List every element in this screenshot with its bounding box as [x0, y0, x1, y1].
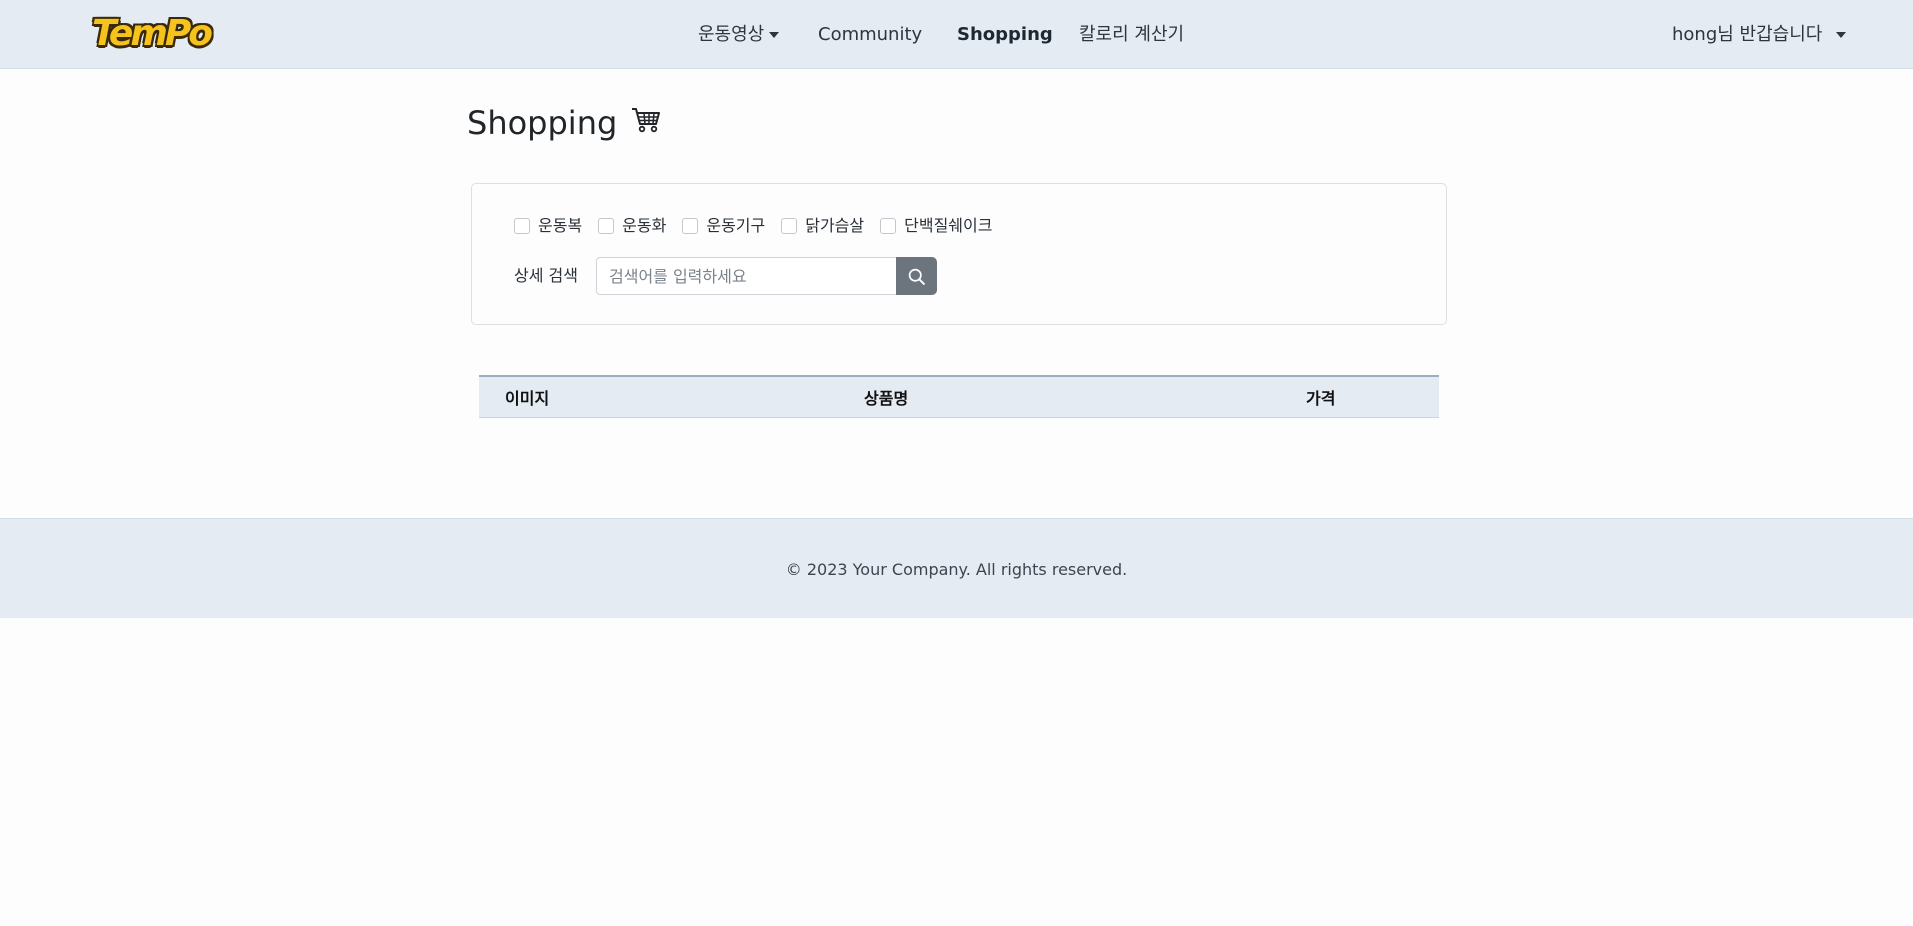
user-menu-dropdown[interactable]: hong님 반갑습니다 [1672, 22, 1847, 48]
category-checkbox-group: 운동복 운동화 운동기구 닭가슴살 단백질쉐이크 [514, 214, 1008, 238]
column-header-image: 이미지 [505, 388, 550, 408]
checkbox-label: 운동기구 [706, 216, 766, 235]
checkbox[interactable] [880, 218, 897, 234]
checkbox-label: 운동복 [538, 216, 583, 235]
search-input[interactable] [596, 257, 897, 295]
checkbox[interactable] [781, 218, 798, 234]
table-header-row: 이미지 상품명 가격 [479, 376, 1439, 417]
brand-logo[interactable]: TemPo [92, 14, 213, 54]
checkbox[interactable] [514, 218, 530, 234]
column-header-price: 가격 [1306, 388, 1336, 408]
column-header-product-name: 상품명 [864, 388, 909, 408]
nav-item-workout-videos[interactable]: 운동영상 [698, 22, 780, 48]
nav-item-community[interactable]: Community [818, 22, 922, 48]
checkbox-label: 닭가슴살 [805, 216, 865, 235]
copyright-text: © 2023 Your Company. All rights reserved… [785, 560, 1128, 579]
product-table: 이미지 상품명 가격 [479, 375, 1439, 418]
chevron-down-icon [1836, 32, 1847, 38]
chevron-down-icon [769, 32, 780, 38]
category-checkbox-equipment[interactable]: 운동기구 [682, 214, 765, 238]
nav-item-calorie-calculator[interactable]: 칼로리 계산기 [1079, 22, 1184, 48]
category-checkbox-sneakers[interactable]: 운동화 [598, 214, 666, 238]
checkbox-label: 단백질쉐이크 [904, 216, 993, 235]
category-checkbox-chicken-breast[interactable]: 닭가슴살 [781, 214, 864, 238]
checkbox[interactable] [598, 218, 615, 234]
page-footer: © 2023 Your Company. All rights reserved… [0, 518, 1913, 618]
shopping-cart-icon [631, 103, 661, 143]
table-header: 이미지 상품명 가격 [479, 376, 1439, 417]
search-button[interactable] [896, 257, 937, 295]
user-greeting: hong님 반갑습니다 [1672, 24, 1823, 45]
checkbox-label: 운동화 [622, 216, 667, 235]
page-title: Shopping [467, 103, 661, 143]
search-icon [908, 268, 925, 285]
nav-item-shopping[interactable]: Shopping [957, 22, 1053, 48]
category-checkbox-protein-shake[interactable]: 단백질쉐이크 [880, 214, 992, 238]
nav-item-label: 운동영상 [698, 24, 765, 45]
top-navbar: TemPo 운동영상 Community Shopping 칼로리 계산기 ho… [0, 0, 1913, 69]
search-label: 상세 검색 [514, 266, 578, 285]
page-title-text: Shopping [467, 104, 618, 142]
filter-panel: 운동복 운동화 운동기구 닭가슴살 단백질쉐이크 상세 검색 [471, 183, 1447, 325]
checkbox[interactable] [682, 218, 699, 234]
category-checkbox-sportswear[interactable]: 운동복 [514, 214, 582, 238]
